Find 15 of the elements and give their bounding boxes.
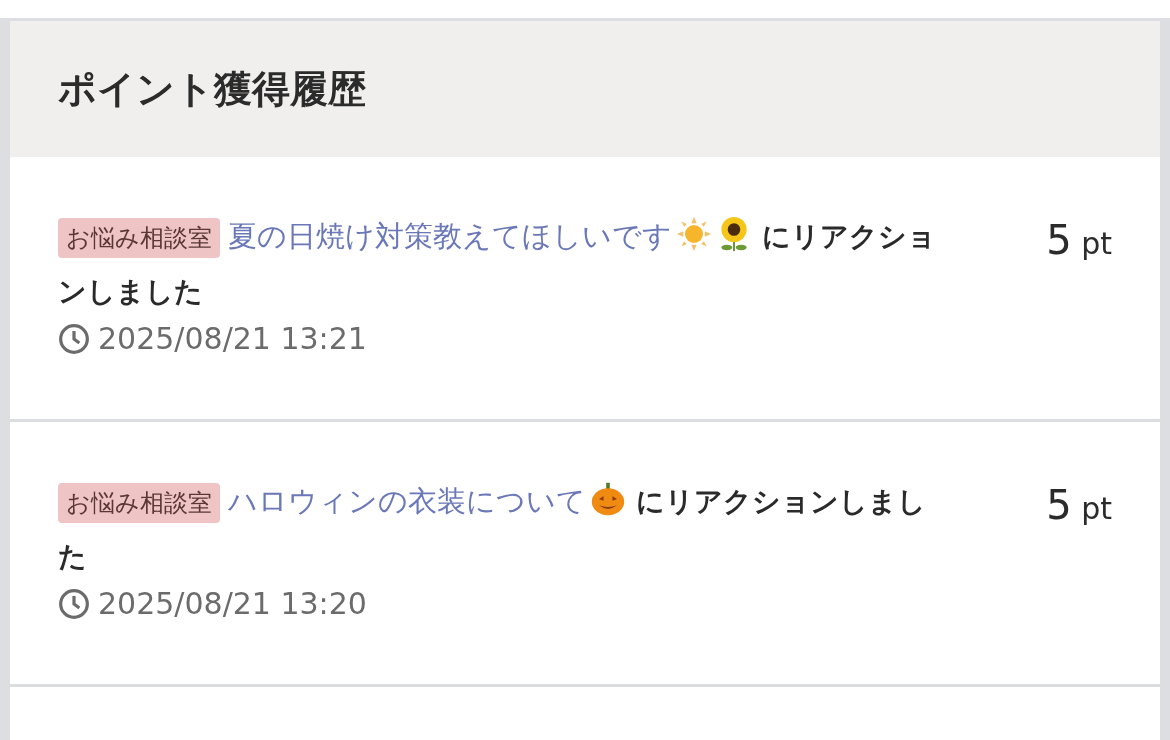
- history-text: お悩み相談室 夏の日焼け対策教えてほしいです にリアクションしました: [58, 209, 948, 319]
- points-value: 5 pt: [1046, 481, 1112, 528]
- pumpkin-icon: [590, 481, 626, 517]
- post-link[interactable]: ハロウィンの衣装について: [228, 484, 586, 518]
- category-tag: お悩み相談室: [58, 218, 220, 258]
- category-tag: お悩み相談室: [58, 483, 220, 523]
- post-link[interactable]: 夏の日焼け対策教えてほしいです: [228, 219, 672, 253]
- timestamp: 2025/08/21 13:20: [98, 586, 367, 621]
- sun-icon: [676, 216, 712, 252]
- clock-icon: [58, 322, 90, 355]
- panel-title: ポイント獲得履歴: [58, 65, 366, 113]
- timestamp: 2025/08/21 13:21: [98, 321, 367, 356]
- points-value: 5 pt: [1046, 216, 1112, 263]
- clock-icon: [58, 587, 90, 620]
- history-text: お悩み相談室 ハロウィンの衣装について にリアクションしました: [58, 474, 948, 584]
